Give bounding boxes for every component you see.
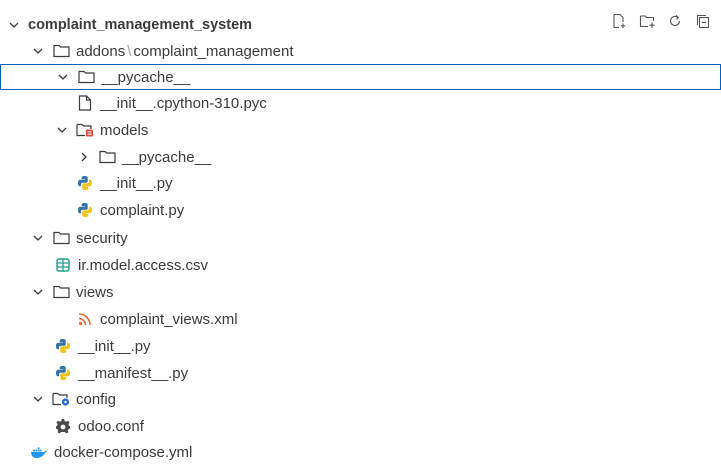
docker-whale-icon bbox=[30, 443, 48, 461]
folder-icon bbox=[77, 68, 95, 86]
refresh-icon[interactable] bbox=[665, 11, 685, 31]
tree-item-views[interactable]: views bbox=[0, 279, 721, 305]
gear-icon bbox=[54, 417, 72, 435]
folder-icon bbox=[52, 42, 70, 60]
file-label: __init__.cpython-310.pyc bbox=[100, 94, 267, 112]
file-label: ir.model.access.csv bbox=[78, 256, 209, 274]
chevron-right-icon[interactable] bbox=[76, 149, 92, 165]
file-label: complaint_views.xml bbox=[100, 310, 238, 328]
folder-label: views bbox=[76, 283, 114, 301]
folder-icon bbox=[52, 229, 70, 247]
file-label: odoo.conf bbox=[78, 417, 144, 435]
chevron-down-icon[interactable] bbox=[30, 284, 46, 300]
python-icon bbox=[54, 337, 72, 355]
tree-item-models[interactable]: models bbox=[0, 117, 721, 143]
tree-item-models-pycache[interactable]: __pycache__ bbox=[0, 144, 721, 170]
chevron-down-icon[interactable] bbox=[54, 122, 70, 138]
config-folder-icon bbox=[52, 390, 70, 408]
tree-item-security[interactable]: security bbox=[0, 225, 721, 251]
new-file-icon[interactable] bbox=[609, 11, 629, 31]
file-label: complaint.py bbox=[100, 201, 185, 219]
models-folder-icon bbox=[76, 121, 94, 139]
tree-item-addons[interactable]: addons \ complaint_management bbox=[0, 38, 721, 64]
folder-label: addons bbox=[76, 42, 126, 60]
folder-label: complaint_management bbox=[133, 42, 294, 60]
chevron-down-icon[interactable] bbox=[30, 391, 46, 407]
chevron-down-icon[interactable] bbox=[6, 17, 22, 33]
python-icon bbox=[76, 174, 94, 192]
tree-item-manifest-py[interactable]: __manifest__.py bbox=[0, 360, 721, 386]
tree-item-init-pyc[interactable]: __init__.cpython-310.pyc bbox=[0, 90, 721, 116]
tree-item-config[interactable]: config bbox=[0, 386, 721, 412]
explorer-toolbar bbox=[609, 11, 713, 31]
xml-rss-icon bbox=[76, 310, 94, 328]
file-label: __init__.py bbox=[100, 174, 173, 192]
tree-item-views-xml[interactable]: complaint_views.xml bbox=[0, 306, 721, 332]
folder-label: models bbox=[100, 121, 149, 139]
folder-icon bbox=[98, 148, 116, 166]
file-icon bbox=[76, 94, 94, 112]
tree-item-models-init[interactable]: __init__.py bbox=[0, 170, 721, 196]
tree-item-pycache[interactable]: __pycache__ bbox=[0, 64, 721, 90]
python-icon bbox=[54, 364, 72, 382]
tree-item-odoo-conf[interactable]: odoo.conf bbox=[0, 413, 721, 439]
collapse-all-icon[interactable] bbox=[693, 11, 713, 31]
path-separator: \ bbox=[127, 42, 132, 60]
python-icon bbox=[76, 201, 94, 219]
new-folder-icon[interactable] bbox=[637, 11, 657, 31]
chevron-down-icon[interactable] bbox=[55, 69, 71, 85]
folder-label: security bbox=[76, 229, 128, 247]
chevron-down-icon[interactable] bbox=[30, 43, 46, 59]
file-label: docker-compose.yml bbox=[54, 443, 193, 461]
chevron-down-icon[interactable] bbox=[30, 230, 46, 246]
csv-table-icon bbox=[54, 256, 72, 274]
file-label: __init__.py bbox=[78, 337, 151, 355]
tree-item-init-py[interactable]: __init__.py bbox=[0, 333, 721, 359]
tree-item-access-csv[interactable]: ir.model.access.csv bbox=[0, 252, 721, 278]
folder-icon bbox=[52, 283, 70, 301]
file-label: __manifest__.py bbox=[78, 364, 189, 382]
tree-item-docker-compose[interactable]: docker-compose.yml bbox=[0, 439, 721, 465]
file-explorer: complaint_management_system addons \ com… bbox=[0, 0, 721, 476]
root-folder-label: complaint_management_system bbox=[28, 17, 253, 33]
folder-label: config bbox=[76, 390, 117, 408]
folder-label: __pycache__ bbox=[122, 148, 212, 166]
tree-item-complaint-py[interactable]: complaint.py bbox=[0, 197, 721, 223]
folder-label: __pycache__ bbox=[101, 68, 191, 86]
